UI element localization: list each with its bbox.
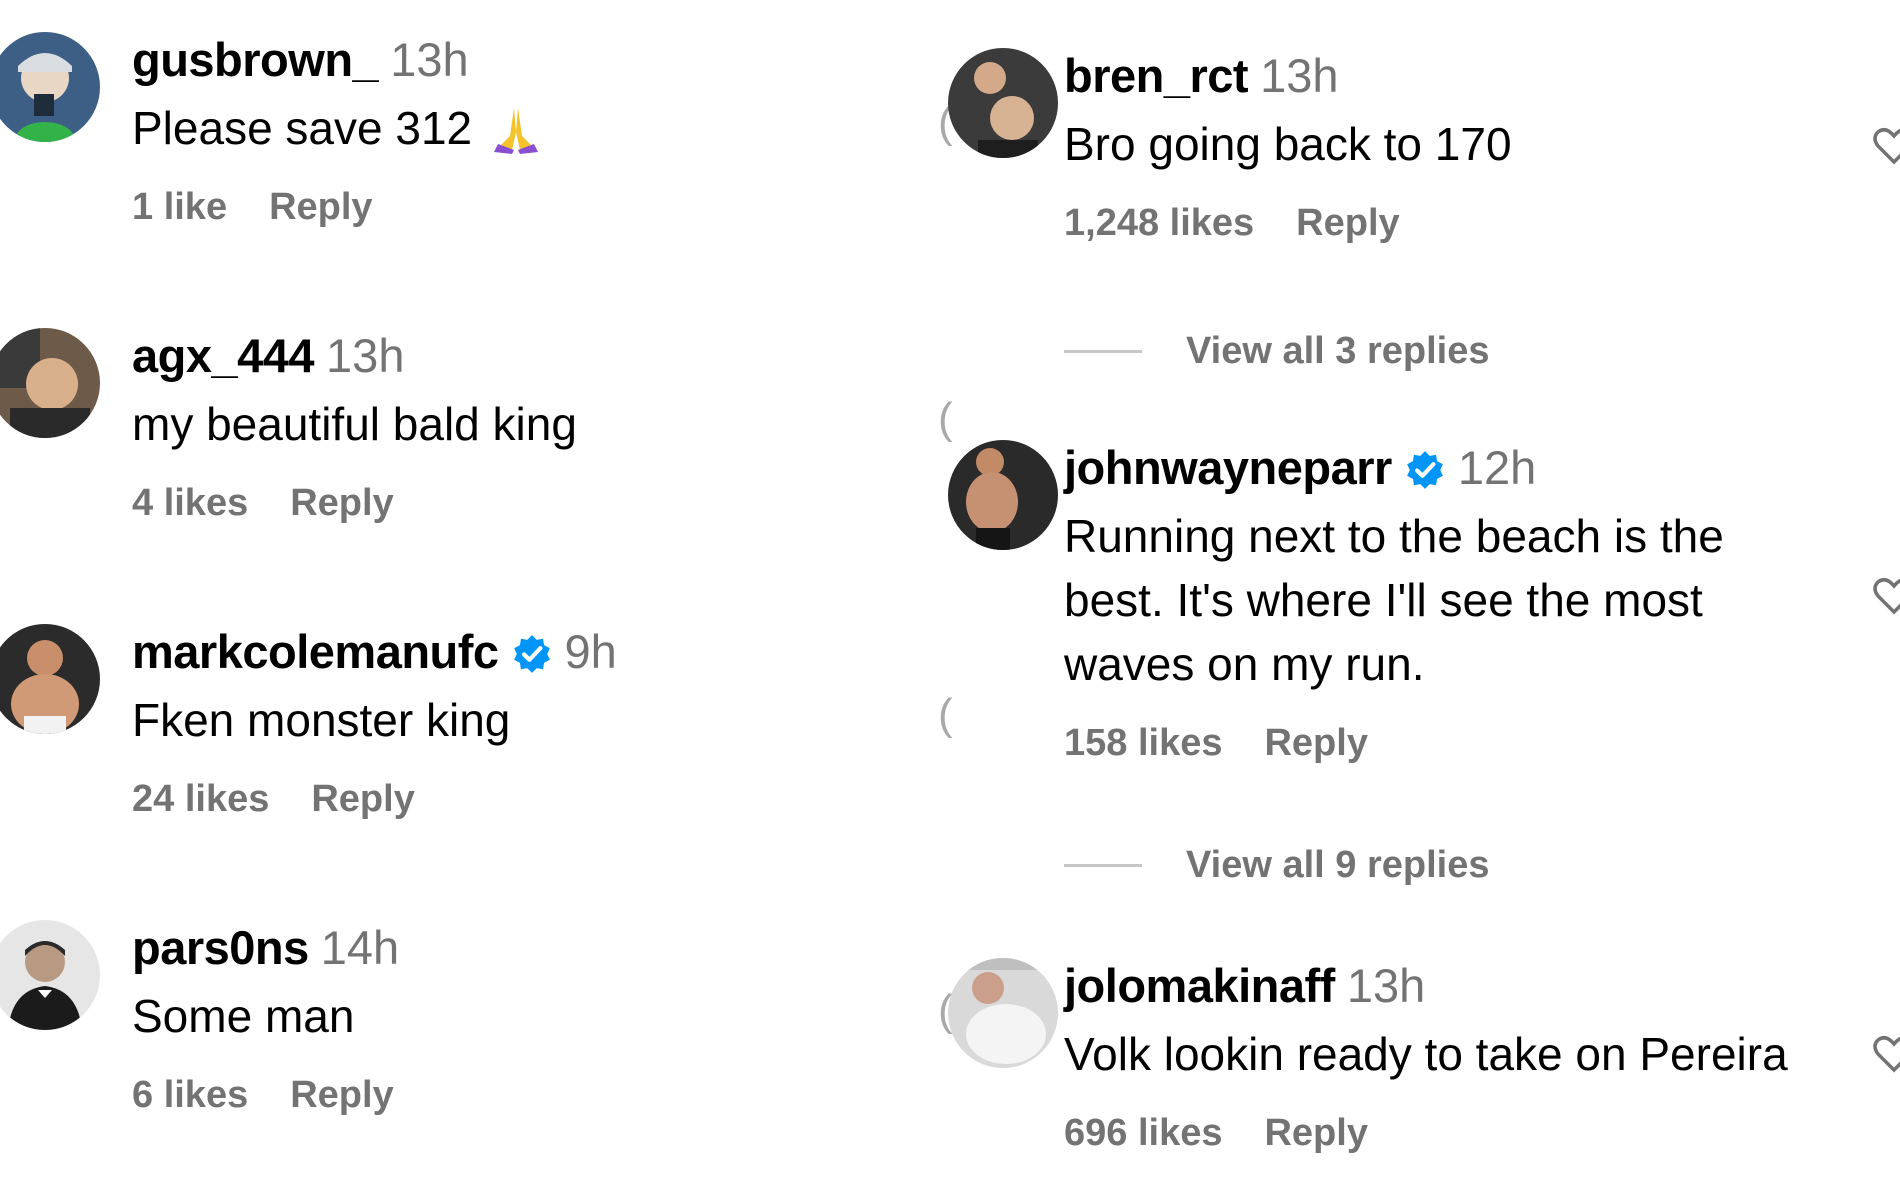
comment-meta: 696 likes Reply xyxy=(1064,1112,1788,1155)
comment-meta: 158 likes Reply xyxy=(1064,722,1724,765)
reply-button[interactable]: Reply xyxy=(1264,722,1367,764)
comment-body: bren_rct 13h Bro going back to 170 1,248… xyxy=(1064,48,1512,245)
like-count[interactable]: 696 likes xyxy=(1064,1112,1222,1154)
clipped-icon-edge: ( xyxy=(938,394,953,443)
username[interactable]: pars0ns xyxy=(132,920,309,975)
avatar[interactable] xyxy=(0,920,100,1030)
like-count[interactable]: 6 likes xyxy=(132,1074,248,1116)
comment-meta: 24 likes Reply xyxy=(132,778,617,821)
avatar[interactable] xyxy=(0,32,100,142)
reply-button[interactable]: Reply xyxy=(311,778,414,820)
comment-text: Some man xyxy=(132,990,355,1042)
view-replies-button[interactable]: View all 9 replies xyxy=(1064,844,1489,887)
avatar[interactable] xyxy=(948,958,1058,1068)
like-count[interactable]: 158 likes xyxy=(1064,722,1222,764)
view-replies-label[interactable]: View all 9 replies xyxy=(1186,844,1489,887)
comment-body: johnwayneparr 12h Running next to the be… xyxy=(1064,440,1724,765)
like-count[interactable]: 1 like xyxy=(132,186,227,228)
reply-button[interactable]: Reply xyxy=(290,482,393,524)
reply-divider xyxy=(1064,864,1142,867)
comment-text: Fken monster king xyxy=(132,694,511,746)
comment-meta: 6 likes Reply xyxy=(132,1074,399,1117)
verified-badge-icon xyxy=(511,633,553,675)
timestamp[interactable]: 13h xyxy=(1347,958,1425,1013)
view-replies-button[interactable]: View all 3 replies xyxy=(1064,330,1489,373)
reply-button[interactable]: Reply xyxy=(290,1074,393,1116)
comment-body: agx_444 13h my beautiful bald king 4 lik… xyxy=(132,328,577,525)
comment-body: gusbrown_ 13h Please save 312 1 like Repl… xyxy=(132,32,542,229)
comment-body: markcolemanufc 9h Fken monster king 24 l… xyxy=(132,624,617,821)
timestamp[interactable]: 14h xyxy=(321,920,399,975)
like-count[interactable]: 1,248 likes xyxy=(1064,202,1254,244)
like-count[interactable]: 4 likes xyxy=(132,482,248,524)
reply-button[interactable]: Reply xyxy=(1296,202,1399,244)
timestamp[interactable]: 13h xyxy=(326,328,404,383)
comment-meta: 1 like Reply xyxy=(132,186,542,229)
comment-text: Bro going back to 170 xyxy=(1064,118,1512,170)
timestamp[interactable]: 9h xyxy=(565,624,617,679)
comment-text-content: Please save 312 xyxy=(132,102,473,154)
username[interactable]: agx_444 xyxy=(132,328,315,383)
comment-meta: 1,248 likes Reply xyxy=(1064,202,1512,245)
comment-text: Volk lookin ready to take on Pereira xyxy=(1064,1028,1788,1080)
username[interactable]: markcolemanufc xyxy=(132,624,499,679)
timestamp[interactable]: 13h xyxy=(390,32,468,87)
heart-icon[interactable] xyxy=(1872,574,1900,618)
username[interactable]: jolomakinaff xyxy=(1064,958,1335,1013)
comment-text: my beautiful bald king xyxy=(132,398,577,450)
username[interactable]: gusbrown_ xyxy=(132,32,379,87)
comment-text-line: waves on my run. xyxy=(1064,638,1425,690)
folded-hands-emoji xyxy=(490,102,542,154)
avatar[interactable] xyxy=(948,440,1058,550)
avatar[interactable] xyxy=(948,48,1058,158)
comment-meta: 4 likes Reply xyxy=(132,482,577,525)
avatar[interactable] xyxy=(0,328,100,438)
like-count[interactable]: 24 likes xyxy=(132,778,269,820)
timestamp[interactable]: 13h xyxy=(1260,48,1338,103)
reply-divider xyxy=(1064,350,1142,353)
heart-icon[interactable] xyxy=(1872,1032,1900,1076)
verified-badge-icon xyxy=(1404,449,1446,491)
username[interactable]: bren_rct xyxy=(1064,48,1249,103)
username[interactable]: johnwayneparr xyxy=(1064,440,1392,495)
view-replies-label[interactable]: View all 3 replies xyxy=(1186,330,1489,373)
avatar[interactable] xyxy=(0,624,100,734)
reply-button[interactable]: Reply xyxy=(269,186,372,228)
comment-text-line: Running next to the beach is the xyxy=(1064,510,1724,562)
reply-button[interactable]: Reply xyxy=(1264,1112,1367,1154)
heart-icon[interactable] xyxy=(1872,124,1900,168)
clipped-icon-edge: ( xyxy=(938,690,953,739)
comment-text-line: best. It's where I'll see the most xyxy=(1064,574,1703,626)
timestamp[interactable]: 12h xyxy=(1458,440,1536,495)
comment-body: jolomakinaff 13h Volk lookin ready to ta… xyxy=(1064,958,1788,1155)
comment-text: Please save 312 xyxy=(132,96,542,160)
comment-body: pars0ns 14h Some man 6 likes Reply xyxy=(132,920,399,1117)
